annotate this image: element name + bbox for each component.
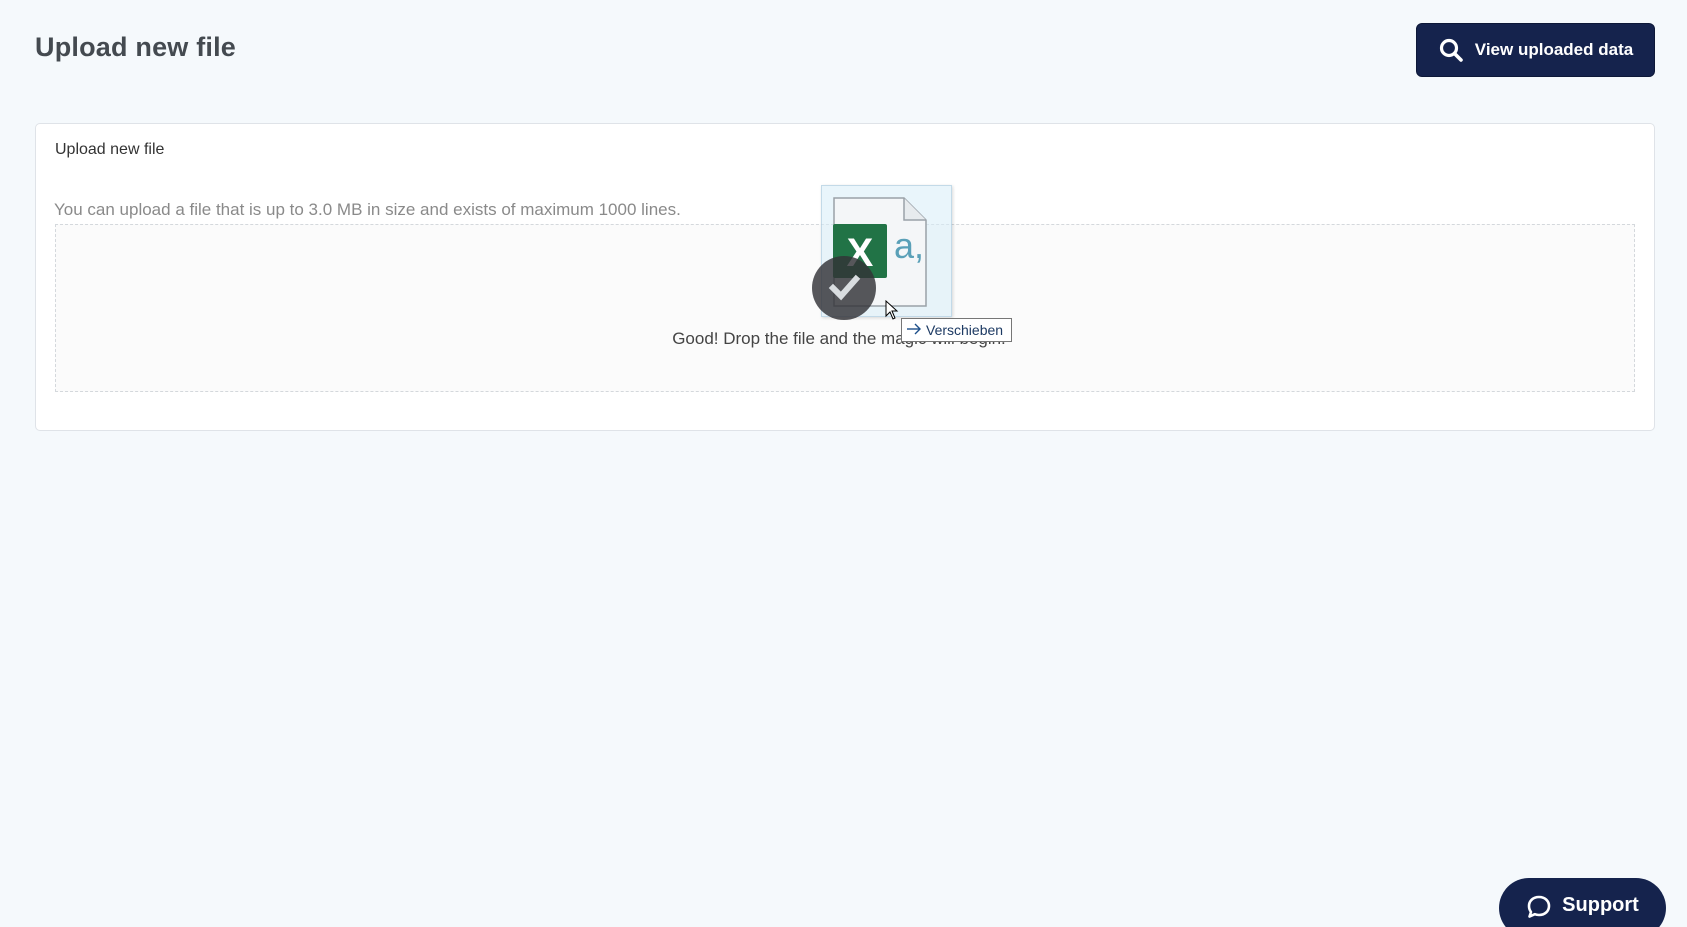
card-title: Upload new file (55, 141, 165, 158)
arrow-right-icon (906, 322, 922, 338)
chat-bubble-icon (1526, 894, 1552, 920)
view-uploaded-data-button[interactable]: View uploaded data (1416, 23, 1655, 77)
search-icon (1438, 37, 1464, 63)
drag-tooltip: Verschieben (901, 318, 1013, 342)
drop-allowed-check-icon (812, 256, 876, 320)
document-glyph: a, (894, 225, 924, 266)
upload-limits-hint: You can upload a file that is up to 3.0 … (54, 200, 681, 219)
upload-page: Upload new file View uploaded data Uploa… (0, 0, 1687, 927)
drag-tooltip-label: Verschieben (926, 322, 1004, 338)
support-label: Support (1562, 894, 1639, 916)
support-button[interactable]: Support (1499, 878, 1666, 927)
view-uploaded-data-label: View uploaded data (1474, 40, 1634, 59)
page-title: Upload new file (35, 32, 237, 62)
mouse-cursor-icon (885, 299, 899, 325)
dropzone-message: Good! Drop the file and the magic will b… (672, 329, 1006, 348)
